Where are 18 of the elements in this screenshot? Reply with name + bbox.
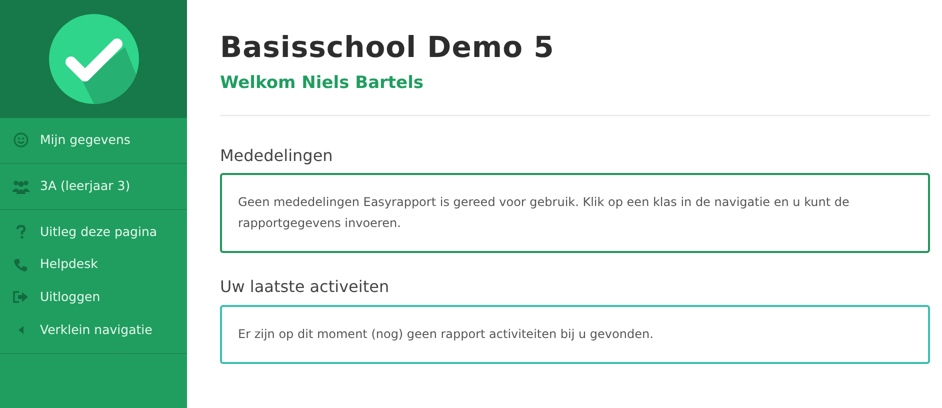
nav-link[interactable]: 3A (leerjaar 3) bbox=[0, 170, 187, 202]
caret-left-icon bbox=[18, 326, 24, 334]
nav-link[interactable]: Mijn gegevens bbox=[0, 124, 187, 157]
page-title: Basisschool Demo 5 bbox=[220, 30, 556, 65]
phone-icon bbox=[12, 256, 30, 273]
section-heading: Uw laatste activeiten bbox=[220, 277, 390, 297]
message-text: Er zijn op dit moment (nog) geen rapport activiteiten bij u gevonden. bbox=[238, 326, 654, 341]
logout-icon bbox=[12, 289, 30, 306]
nav-link[interactable]: Helpdesk bbox=[0, 248, 187, 281]
nav-link[interactable]: Verklein navigatie bbox=[0, 314, 187, 346]
message-text: Geen mededelingen Easyrapport is gereed voor gebruik. Klik op een klas in de navigatie en u kunt de rapportgegevens invoeren. bbox=[238, 195, 850, 230]
welcome-text: Welkom Niels Bartels bbox=[220, 72, 425, 94]
smiley-icon bbox=[12, 132, 30, 148]
logo-icon bbox=[48, 14, 138, 104]
people-icon bbox=[12, 178, 30, 194]
section-heading: Mededelingen bbox=[220, 146, 334, 166]
nav-link[interactable]: Uitleg deze pagina bbox=[0, 216, 187, 248]
nav-link[interactable]: Uitloggen bbox=[0, 281, 187, 314]
